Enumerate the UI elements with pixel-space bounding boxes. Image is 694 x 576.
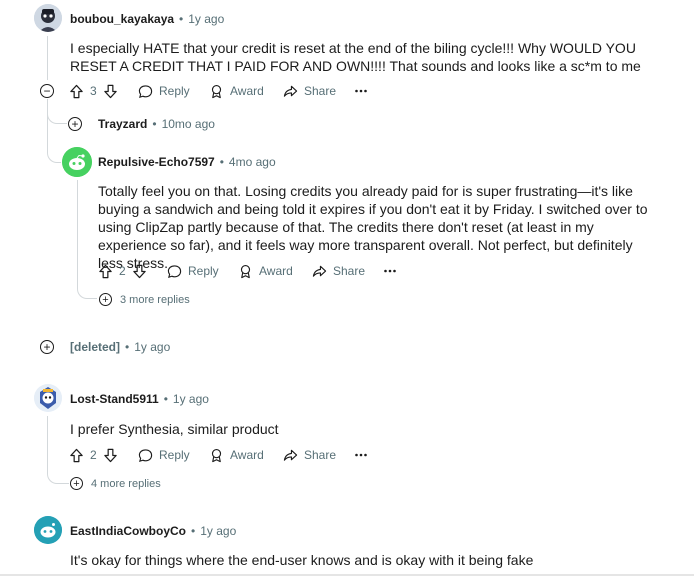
share-button[interactable]: Share [283,81,336,101]
more-replies-link[interactable]: 3 more replies [120,294,190,306]
award-label: Award [259,264,293,278]
comment-body: Totally feel you on that. Losing credits… [98,183,648,271]
expand-button[interactable]: + [68,117,82,131]
separator: • [163,392,168,406]
avatar[interactable] [34,4,62,32]
comment-time[interactable]: 1y ago [173,392,209,406]
reply-button[interactable]: Reply [138,81,190,101]
comment-time[interactable]: 10mo ago [162,117,215,131]
vote-bar: 2 [98,261,147,281]
comment-author: [deleted] [70,340,121,354]
comment-author[interactable]: Repulsive-Echo7597 [98,155,215,169]
comment-body: I especially HATE that your credit is re… [70,40,641,74]
comment-time[interactable]: 4mo ago [229,155,276,169]
expand-replies-icon[interactable]: + [99,293,112,306]
award-button[interactable]: Award [209,81,264,101]
thread-connector [47,110,67,124]
award-icon [209,84,224,99]
reply-label: Reply [188,264,219,278]
share-label: Share [304,84,337,98]
comment-time[interactable]: 1y ago [188,12,224,26]
vote-count: 2 [90,448,97,462]
upvote-icon[interactable] [69,84,84,99]
more-options-button[interactable] [354,445,368,465]
expand-replies-icon[interactable]: + [70,477,83,490]
comment-author[interactable]: Lost-Stand5911 [70,392,159,406]
separator: • [191,524,196,538]
award-icon [238,264,253,279]
comment-body: I prefer Synthesia, similar product [70,421,279,437]
reply-button[interactable]: Reply [138,445,190,465]
avatar[interactable] [34,384,62,412]
upvote-icon[interactable] [69,448,84,463]
comment-time[interactable]: 1y ago [134,340,170,354]
comment-body: It's okay for things where the end-user … [70,552,534,568]
more-options-button[interactable] [383,261,397,281]
share-icon [283,448,298,463]
upvote-icon[interactable] [98,264,113,279]
comment-author[interactable]: Trayzard [98,117,147,131]
share-icon [312,264,327,279]
expand-button[interactable]: + [40,340,54,354]
separator: • [179,12,184,26]
thread-connector [77,284,97,299]
vote-bar: 3 [69,81,118,101]
award-label: Award [230,84,264,98]
comment-author[interactable]: EastIndiaCowboyCo [70,524,186,538]
reply-label: Reply [159,448,190,462]
separator: • [219,155,224,169]
thread-line [47,36,48,80]
ellipsis-icon [354,448,368,462]
thread-line [47,416,48,471]
comment-time[interactable]: 1y ago [200,524,236,538]
share-label: Share [333,264,366,278]
vote-bar: 2 [69,445,118,465]
collapse-button[interactable]: − [40,84,54,98]
thread-connector [47,470,69,484]
downvote-icon[interactable] [103,84,118,99]
ellipsis-icon [383,264,397,278]
avatar[interactable] [34,516,62,544]
reply-icon [167,264,182,279]
comment-author[interactable]: boubou_kayakaya [70,12,174,26]
thread-line [77,180,78,285]
thread-connector [47,150,61,163]
award-icon [209,448,224,463]
vote-count: 3 [90,84,97,98]
reply-label: Reply [159,84,190,98]
share-icon [283,84,298,99]
downvote-icon[interactable] [103,448,118,463]
separator: • [125,340,130,354]
vote-count: 2 [119,264,126,278]
reply-icon [138,448,153,463]
more-replies-link[interactable]: 4 more replies [91,478,161,490]
award-button[interactable]: Award [238,261,293,281]
award-button[interactable]: Award [209,445,264,465]
downvote-icon[interactable] [132,264,147,279]
thread-line [47,99,48,151]
share-label: Share [304,448,337,462]
reply-button[interactable]: Reply [167,261,219,281]
separator: • [152,117,157,131]
avatar[interactable] [62,147,92,177]
share-button[interactable]: Share [283,445,336,465]
award-label: Award [230,448,264,462]
share-button[interactable]: Share [312,261,365,281]
ellipsis-icon [354,84,368,98]
more-options-button[interactable] [354,81,368,101]
reply-icon [138,84,153,99]
